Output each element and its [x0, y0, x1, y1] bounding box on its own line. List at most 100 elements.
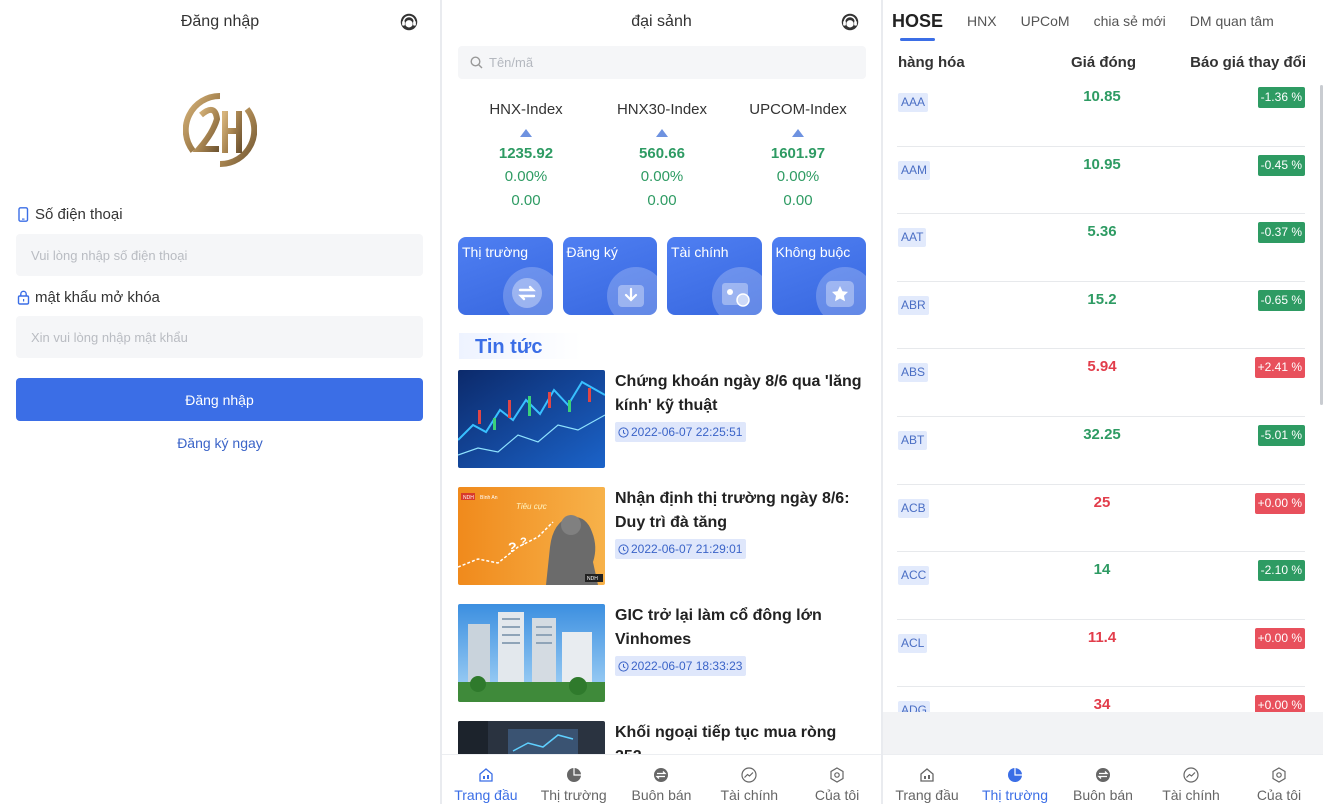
stock-row[interactable]: ABT 32.25 -5.01 % [897, 417, 1305, 485]
support-icon[interactable] [839, 11, 861, 33]
tile-market[interactable]: Thị trường [458, 237, 553, 315]
tab-finance[interactable]: Tài chính [1147, 755, 1235, 804]
stock-symbol: ADG [898, 701, 931, 712]
tab-market[interactable]: Thị trường [530, 755, 618, 804]
search-bar[interactable]: Tên/mã [458, 46, 866, 79]
home-screen: đại sảnh Tên/mã HNX-Index 1235.92 0.00% … [442, 0, 881, 804]
market-screen: HOSE HNX UPCoM chia sẻ mới DM quan tâm h… [883, 0, 1323, 804]
thumb-label: Bình An [480, 495, 498, 501]
password-input[interactable] [16, 316, 423, 358]
bottom-tab-bar: Trang đầu Thị trường Buôn bán Tài chính … [883, 754, 1323, 804]
lock-icon [17, 290, 30, 305]
news-list: Chứng khoán ngày 8/6 qua 'lăng kính' kỹ … [458, 370, 868, 804]
stock-symbol: ABS [898, 363, 929, 383]
change-badge: -0.65 % [1257, 289, 1305, 311]
tab-profile[interactable]: Của tôi [793, 755, 881, 804]
home-icon [920, 768, 934, 782]
stock-symbol: AAT [898, 228, 927, 248]
exchange-arrows-icon [511, 278, 542, 308]
stock-price: 15.2 [1087, 290, 1117, 308]
page-title: đại sảnh [631, 13, 692, 30]
trade-icon [654, 768, 669, 782]
register-link[interactable]: Đăng ký ngay [0, 435, 440, 451]
thumb-label: NDH [587, 576, 598, 582]
tile-finance[interactable]: Tài chính [667, 237, 762, 315]
stock-row[interactable]: AAA 10.85 -1.36 % [897, 79, 1305, 147]
tab-market[interactable]: Thị trường [971, 755, 1059, 804]
download-bag-icon [618, 285, 644, 307]
stock-price: 32.25 [1083, 425, 1121, 443]
tile-optional[interactable]: Không buộc [771, 237, 866, 315]
stock-row[interactable]: AAT 5.36 -0.37 % [897, 214, 1305, 282]
stock-row[interactable]: ABS 5.94 +2.41 % [897, 349, 1305, 417]
stock-price: 25 [1093, 493, 1111, 511]
change-badge: -0.45 % [1257, 154, 1305, 176]
support-icon[interactable] [398, 11, 420, 33]
index-summary: HNX-Index 1235.92 0.00% 0.00 HNX30-Index… [458, 101, 866, 216]
news-item[interactable]: Chứng khoán ngày 8/6 qua 'lăng kính' kỹ … [458, 370, 868, 487]
tab-new-listings[interactable]: chia sẻ mới [1094, 0, 1166, 42]
stock-row[interactable]: ACC 14 -2.10 % [897, 552, 1305, 620]
stock-list: AAA 10.85 -1.36 % AAM 10.95 -0.45 % AAT 5.36 -0.… [897, 79, 1305, 712]
news-thumbnail [458, 604, 605, 702]
page-title: Đăng nhập [180, 13, 260, 30]
tab-finance[interactable]: Tài chính [705, 755, 793, 804]
tab-hnx[interactable]: HNX [967, 0, 997, 42]
phone-input[interactable] [16, 234, 423, 276]
clock-icon [618, 543, 629, 555]
news-item[interactable]: NDH Bình An Tiêu cực ? ? NDH Nhận định t… [458, 487, 868, 604]
search-icon [470, 56, 483, 69]
stock-price: 11.4 [1087, 628, 1117, 646]
change-badge: +2.41 % [1254, 357, 1305, 379]
trend-icon [1183, 767, 1199, 783]
up-arrow-icon [792, 129, 804, 137]
exchange-tabs: HOSE HNX UPCoM chia sẻ mới DM quan tâm [883, 0, 1323, 42]
change-badge: -2.10 % [1257, 560, 1305, 582]
tab-watchlist[interactable]: DM quan tâm [1190, 0, 1274, 42]
tab-trade[interactable]: Buôn bán [1059, 755, 1147, 804]
login-button[interactable]: Đăng nhập [16, 378, 423, 421]
stock-row[interactable]: AAM 10.95 -0.45 % [897, 147, 1305, 215]
news-heading: Tin tức [459, 333, 581, 359]
tab-home[interactable]: Trang đầu [442, 755, 530, 804]
tab-hose[interactable]: HOSE [892, 0, 943, 42]
stock-row[interactable]: ACL 11.4 +0.00 % [897, 620, 1305, 688]
brand-logo [183, 93, 257, 167]
tab-trade[interactable]: Buôn bán [618, 755, 706, 804]
index-hnx[interactable]: HNX-Index 1235.92 0.00% 0.00 [458, 101, 594, 216]
search-placeholder: Tên/mã [489, 55, 534, 70]
tile-register[interactable]: Đăng ký [562, 237, 657, 315]
up-arrow-icon [520, 129, 532, 137]
home-icon [479, 768, 493, 782]
stock-row[interactable]: ACB 25 +0.00 % [897, 485, 1305, 553]
news-timestamp: 2022-06-07 21:29:01 [615, 539, 747, 559]
news-headline: Nhận định thị trường ngày 8/6: Duy trì đ… [615, 490, 850, 531]
stock-price: 34 [1093, 696, 1111, 712]
stock-symbol: AAA [898, 93, 929, 112]
clock-icon [618, 660, 629, 672]
index-upcom[interactable]: UPCOM-Index 1601.97 0.00% 0.00 [730, 101, 866, 216]
stock-price: 10.95 [1083, 155, 1121, 173]
stock-row[interactable]: ABR 15.2 -0.65 % [897, 282, 1305, 350]
news-thumbnail [458, 370, 605, 468]
id-card-icon [721, 283, 750, 307]
change-badge: -5.01 % [1257, 424, 1305, 446]
trade-icon [1096, 768, 1110, 782]
change-badge: -1.36 % [1257, 87, 1305, 108]
tab-upcom[interactable]: UPCoM [1021, 0, 1070, 42]
change-badge: +0.00 % [1254, 695, 1305, 712]
tab-profile[interactable]: Của tôi [1235, 755, 1323, 804]
header-symbol: hàng hóa [898, 54, 965, 71]
bottom-tab-bar: Trang đầu Thị trường Buôn bán Tài chính … [442, 754, 881, 804]
star-icon [826, 281, 854, 307]
news-timestamp: 2022-06-07 22:25:51 [615, 422, 747, 442]
index-hnx30[interactable]: HNX30-Index 560.66 0.00% 0.00 [594, 101, 730, 216]
screens: Đăng nhập Số điện thoại Vui lòng nhập số… [0, 0, 1323, 804]
news-thumbnail: NDH Bình An Tiêu cực ? ? NDH [458, 487, 605, 585]
phone-icon [18, 207, 29, 222]
news-item[interactable]: GIC trở lại làm cổ đông lớn Vinhomes 202… [458, 604, 868, 721]
change-badge: -0.37 % [1257, 222, 1305, 244]
tab-home[interactable]: Trang đầu [883, 755, 971, 804]
stock-table-header: hàng hóa Giá đóng Báo giá thay đổi [898, 54, 1306, 74]
stock-row[interactable]: ADG 34 +0.00 % [897, 687, 1305, 712]
